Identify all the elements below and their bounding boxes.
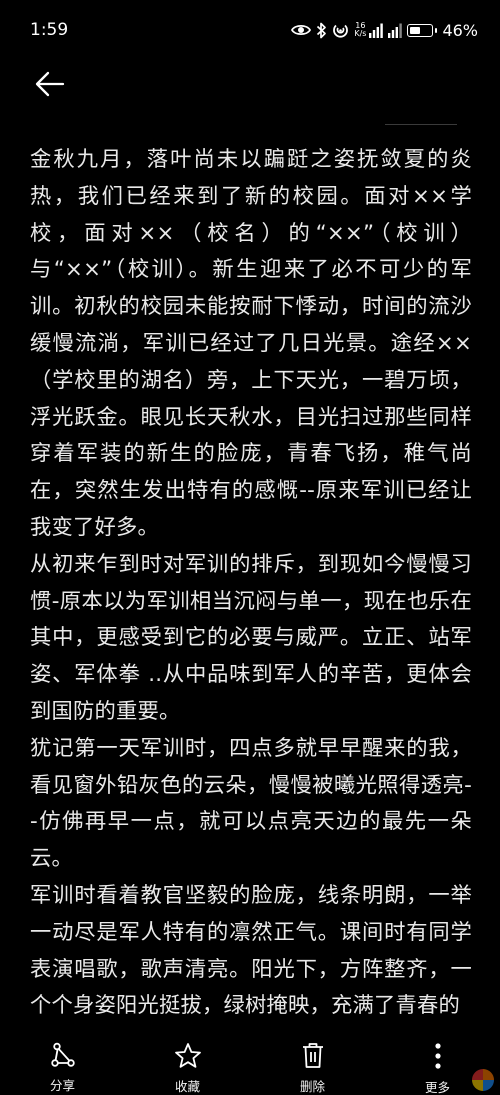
- bottom-toolbar: 分享 收藏 删除 更多: [0, 1030, 500, 1095]
- watermark-logo: [472, 1069, 494, 1091]
- delete-label: 删除: [299, 1079, 325, 1094]
- share-label: 分享: [49, 1078, 75, 1093]
- share-button[interactable]: 分享: [0, 1030, 125, 1095]
- delete-button[interactable]: 删除: [250, 1030, 375, 1095]
- nfc-icon: [332, 22, 349, 39]
- favorite-label: 收藏: [174, 1079, 200, 1094]
- back-button[interactable]: [30, 66, 70, 106]
- battery-icon: [407, 23, 438, 37]
- header-divider: [385, 124, 457, 125]
- status-time: 1:59: [30, 20, 69, 40]
- status-bar: 1:59 16 K/s 46%: [0, 0, 500, 62]
- favorite-button[interactable]: 收藏: [125, 1030, 250, 1095]
- status-icons: 16 K/s 46%: [291, 18, 478, 42]
- paragraph: 从初来乍到时对军训的排斥，到现如今慢慢习惯-原本以为军训相当沉闷与单一，现在也乐…: [30, 551, 472, 724]
- logo-icon: [472, 1069, 494, 1091]
- signal-icon: [388, 23, 403, 38]
- trash-icon: [301, 1042, 325, 1069]
- paragraph: 军训时看着教官坚毅的脸庞，线条明朗，一举一动尽是军人特有的凛然正气。课间时有同学…: [30, 882, 472, 1019]
- battery-percent: 46%: [442, 20, 478, 40]
- paragraph: 犹记第一天军训时，四点多就早早醒来的我，看见窗外铅灰色的云朵，慢慢被曦光照得透亮…: [30, 735, 472, 872]
- more-label: 更多: [424, 1080, 450, 1095]
- network-speed: 16 K/s: [354, 22, 366, 38]
- bluetooth-icon: [316, 22, 327, 39]
- share-icon: [50, 1042, 76, 1068]
- eye-icon: [291, 23, 312, 37]
- signal-icon: [369, 23, 384, 38]
- net-speed-unit: K/s: [354, 29, 367, 38]
- paragraph: 金秋九月，落叶尚未以蹁跹之姿抚敛夏的炎热，我们已经来到了新的校园。面对××学校，…: [30, 147, 472, 540]
- arrow-left-icon: [35, 71, 65, 101]
- more-vertical-icon: [434, 1042, 442, 1070]
- note-body[interactable]: 金秋九月，落叶尚未以蹁跹之姿抚敛夏的炎热，我们已经来到了新的校园。面对××学校，…: [30, 142, 472, 1042]
- star-icon: [174, 1042, 202, 1069]
